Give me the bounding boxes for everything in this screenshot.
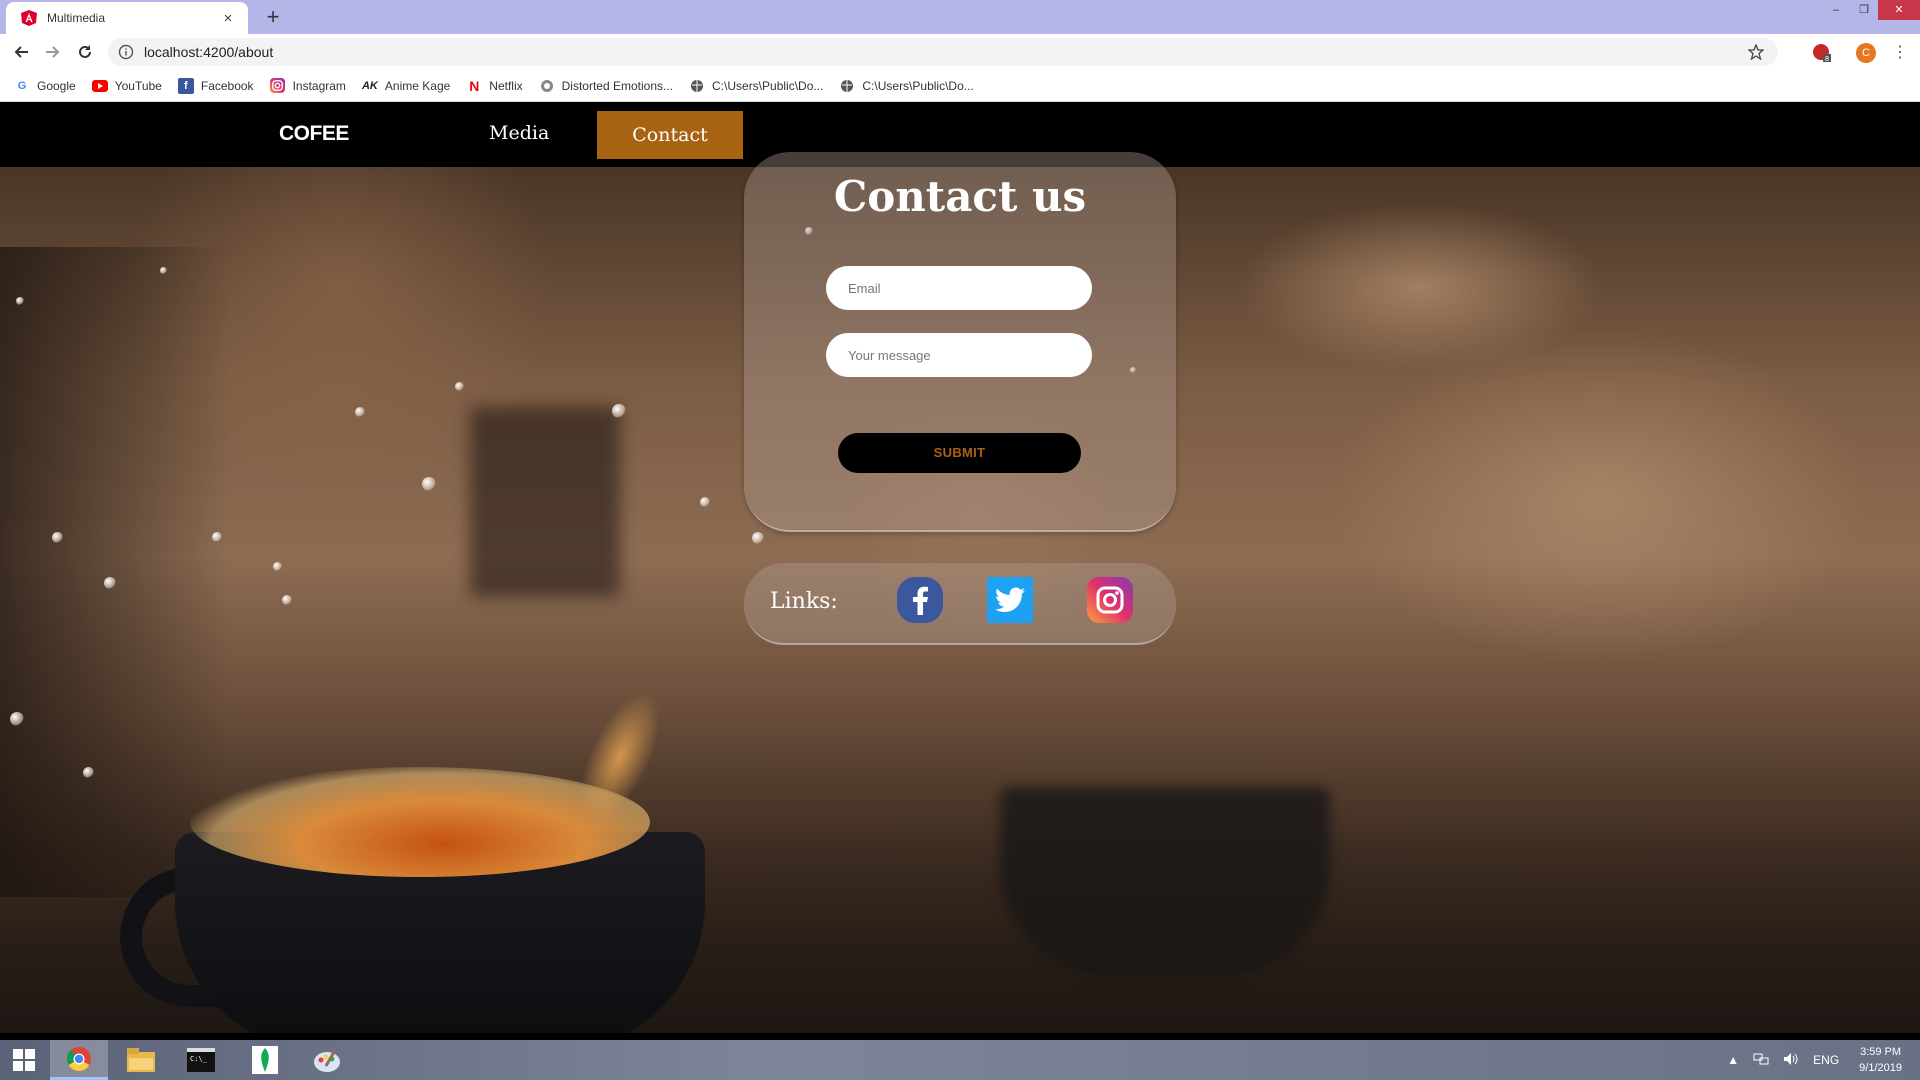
droplet <box>160 267 167 274</box>
bookmark-label: Netflix <box>489 78 523 93</box>
brand-logo[interactable]: COFEE <box>279 122 349 146</box>
browser-tab[interactable]: Multimedia × <box>6 2 248 34</box>
bookmark-local-file-1[interactable]: C:\Users\Public\Do... <box>689 78 823 94</box>
close-window-button[interactable]: ✕ <box>1878 0 1920 20</box>
mongodb-compass-icon[interactable] <box>236 1040 294 1080</box>
message-field[interactable] <box>826 333 1092 377</box>
clock[interactable]: 3:59 PM 9/1/2019 <box>1859 1044 1902 1076</box>
bookmark-local-file-2[interactable]: C:\Users\Public\Do... <box>839 78 974 94</box>
google-icon: G <box>17 79 27 92</box>
bookmark-star-icon[interactable] <box>1746 42 1766 62</box>
clock-date: 9/1/2019 <box>1859 1062 1902 1074</box>
instagram-icon <box>270 78 286 94</box>
droplet <box>752 532 764 544</box>
nav-link-contact[interactable]: Contact <box>597 111 743 159</box>
bookmark-instagram[interactable]: Instagram <box>270 78 346 94</box>
back-icon[interactable] <box>10 40 34 64</box>
netflix-icon: N <box>469 77 480 94</box>
droplet <box>273 562 282 571</box>
droplet <box>52 532 63 543</box>
file-explorer-icon[interactable] <box>112 1040 170 1080</box>
bookmark-google[interactable]: G Google <box>14 78 76 94</box>
network-icon[interactable] <box>1753 1052 1769 1069</box>
restore-button[interactable]: ❐ <box>1850 0 1878 20</box>
bookmark-netflix[interactable]: N Netflix <box>466 78 522 94</box>
links-label: Links: <box>770 589 838 614</box>
angular-icon <box>21 10 37 26</box>
profile-avatar[interactable]: C <box>1856 43 1876 63</box>
bookmarks-bar: G Google YouTube f Facebook Instagram AK… <box>0 70 1920 102</box>
bookmark-anime-kage[interactable]: AK Anime Kage <box>362 78 450 94</box>
bookmark-label: Instagram <box>292 78 346 93</box>
globe-icon <box>689 78 705 94</box>
bookmark-label: C:\Users\Public\Do... <box>862 78 974 93</box>
droplet <box>212 532 222 542</box>
language-indicator[interactable]: ENG <box>1813 1053 1839 1067</box>
droplet <box>422 477 436 491</box>
droplet <box>282 595 292 605</box>
chrome-icon[interactable] <box>50 1040 108 1080</box>
site-info-icon[interactable] <box>118 44 134 60</box>
url-text[interactable]: localhost:4200/about <box>144 44 1746 60</box>
droplet <box>700 497 710 507</box>
youtube-icon <box>91 78 108 94</box>
web-page: COFEE Media Contact Contact us S <box>0 102 1920 1033</box>
globe-icon <box>839 78 855 94</box>
email-field[interactable] <box>826 266 1092 310</box>
bookmark-label: C:\Users\Public\Do... <box>712 78 824 93</box>
bookmark-facebook[interactable]: f Facebook <box>177 77 254 94</box>
droplet <box>355 407 365 417</box>
droplet <box>455 382 464 391</box>
bookmark-label: Anime Kage <box>384 78 451 93</box>
browser-toolbar: localhost:4200/about 8 C ⋮ <box>0 34 1920 70</box>
svg-text:C:\_: C:\_ <box>190 1055 208 1063</box>
twitter-icon[interactable] <box>987 577 1033 623</box>
reload-icon[interactable] <box>73 40 97 64</box>
bookmark-label: Google <box>37 78 76 93</box>
facebook-icon: f <box>177 77 194 94</box>
facebook-icon[interactable] <box>897 577 943 623</box>
volume-icon[interactable] <box>1783 1052 1799 1069</box>
globe-icon <box>539 78 555 94</box>
clock-time: 3:59 PM <box>1860 1046 1902 1058</box>
svg-text:8: 8 <box>1825 55 1829 63</box>
tab-close-icon[interactable]: × <box>220 10 236 27</box>
system-tray: ▲ ENG 3:59 PM 9/1/2019 <box>1727 1040 1920 1080</box>
browser-title-bar: Multimedia × + – ❐ ✕ <box>0 0 1920 34</box>
tab-title: Multimedia <box>47 11 106 25</box>
droplet <box>16 297 24 305</box>
bookmark-label: Facebook <box>200 78 254 93</box>
background-shadow <box>0 247 230 897</box>
extension-icon[interactable]: 8 <box>1812 43 1832 63</box>
droplet <box>83 767 94 778</box>
windows-taskbar: C:\_ ▲ ENG 3:59 PM 9/1/2019 <box>0 1040 1920 1080</box>
coffee-splash-spray <box>563 680 677 834</box>
droplet <box>104 577 116 589</box>
droplet <box>612 404 626 418</box>
instagram-icon[interactable] <box>1087 577 1133 623</box>
window-controls: – ❐ ✕ <box>1822 0 1920 20</box>
paint-icon[interactable] <box>298 1040 356 1080</box>
anime-kage-icon: AK <box>361 79 378 92</box>
windows-start-icon[interactable] <box>0 1040 48 1080</box>
background-object <box>470 407 620 597</box>
social-links-card: Links: <box>744 563 1176 645</box>
contact-form-card: Contact us SUBMIT <box>744 152 1176 532</box>
nav-link-media[interactable]: Media <box>489 122 549 144</box>
bookmark-label: YouTube <box>114 78 162 93</box>
terminal-icon[interactable]: C:\_ <box>172 1040 230 1080</box>
browser-menu-icon[interactable]: ⋮ <box>1892 42 1908 64</box>
minimize-button[interactable]: – <box>1822 0 1850 20</box>
droplet <box>10 712 24 726</box>
contact-title: Contact us <box>833 172 1087 221</box>
forward-icon[interactable] <box>40 40 64 64</box>
bookmark-label: Distorted Emotions... <box>561 78 674 93</box>
submit-button[interactable]: SUBMIT <box>838 433 1081 473</box>
bookmark-distorted-emotions[interactable]: Distorted Emotions... <box>539 78 673 94</box>
show-hidden-icons-icon[interactable]: ▲ <box>1727 1053 1739 1067</box>
address-bar[interactable]: localhost:4200/about <box>108 38 1778 66</box>
bookmark-youtube[interactable]: YouTube <box>91 78 162 94</box>
new-tab-button[interactable]: + <box>260 4 286 30</box>
